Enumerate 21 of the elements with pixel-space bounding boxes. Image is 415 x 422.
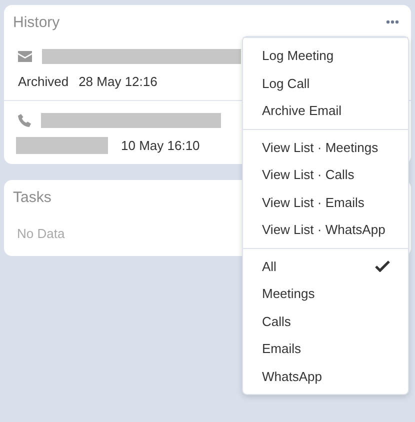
menu-item[interactable]: Archive Email xyxy=(243,97,408,124)
menu-item[interactable]: View List · WhatsApp xyxy=(243,216,408,244)
status-text: Archived xyxy=(18,74,69,88)
date-text: 28 May 12:16 xyxy=(78,74,158,88)
envelope-icon xyxy=(18,50,32,62)
menu-item[interactable]: All xyxy=(243,252,408,280)
more-icon[interactable] xyxy=(386,20,399,24)
menu-item[interactable]: View List · Emails xyxy=(243,188,408,216)
phone-icon xyxy=(18,114,31,126)
menu-item[interactable]: Log Call xyxy=(243,70,408,97)
menu-item[interactable]: View List · Calls xyxy=(243,161,408,188)
empty-message: No Data xyxy=(17,226,65,241)
menu-item[interactable]: Calls xyxy=(243,308,408,335)
menu-item[interactable]: Meetings xyxy=(243,280,408,308)
menu-item[interactable]: Log Meeting xyxy=(243,42,408,70)
card-title: History xyxy=(13,14,60,30)
card-title: Tasks xyxy=(13,188,52,206)
menu-item[interactable]: Emails xyxy=(243,335,408,362)
menu-item[interactable]: View List · Meetings xyxy=(243,134,408,161)
date-text: 10 May 16:10 xyxy=(121,138,200,152)
menu-item[interactable]: WhatsApp xyxy=(243,362,408,390)
